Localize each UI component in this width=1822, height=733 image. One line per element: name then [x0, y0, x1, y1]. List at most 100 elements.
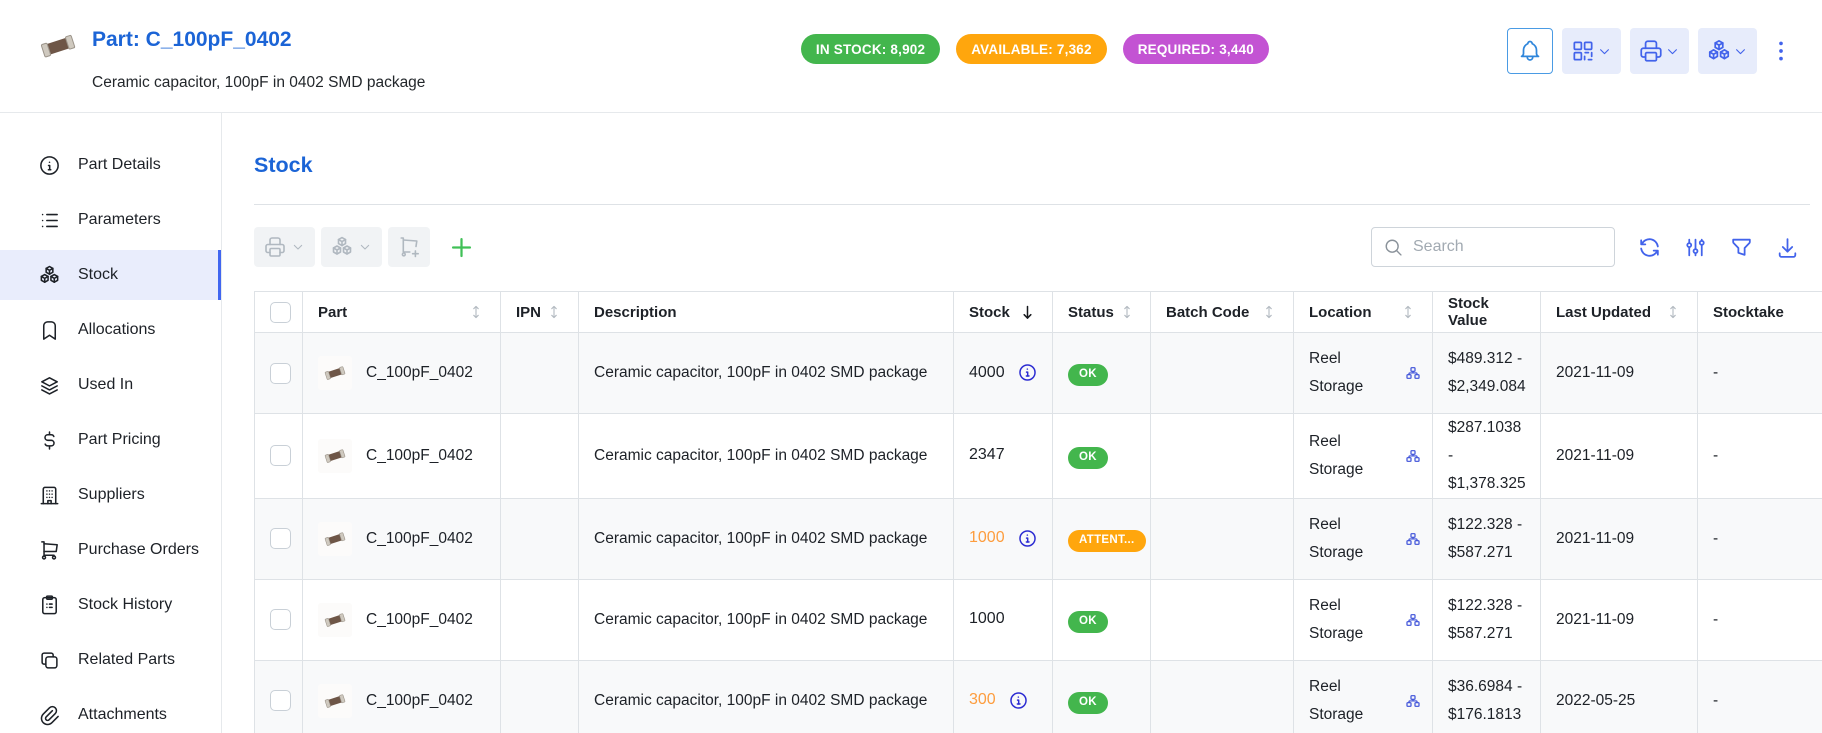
column-header-last-updated[interactable]: Last Updated [1541, 292, 1698, 333]
in-stock-badge: IN STOCK: 8,902 [801, 34, 940, 64]
column-header-part[interactable]: Part [303, 292, 501, 333]
cell-stock-value: $122.328 - $587.271 [1433, 498, 1541, 579]
column-label: IPN [516, 304, 541, 321]
location-name[interactable]: Reel Storage [1309, 428, 1375, 484]
cell-stock-value: $122.328 - $587.271 [1433, 579, 1541, 660]
column-header-ipn[interactable]: IPN [501, 292, 579, 333]
sitemap-icon [1405, 612, 1421, 628]
select-all-cell [255, 292, 303, 333]
row-select-cell [255, 660, 303, 733]
part-thumbnail[interactable] [36, 26, 80, 66]
cell-location: Reel Storage [1294, 333, 1433, 414]
info-badge-icon[interactable] [1008, 690, 1029, 711]
table-toolbar-right [1637, 235, 1810, 260]
location-name[interactable]: Reel Storage [1309, 673, 1375, 729]
sidebar-item-label: Suppliers [78, 486, 145, 504]
add-stock-button[interactable] [448, 234, 475, 261]
column-header-location[interactable]: Location [1294, 292, 1433, 333]
sidebar-item-stock[interactable]: Stock [0, 250, 221, 300]
adjust-columns-button[interactable] [1683, 235, 1708, 260]
sidebar-item-allocations[interactable]: Allocations [0, 305, 221, 355]
print-actions-button[interactable] [1630, 28, 1689, 74]
cell-batch-code [1151, 579, 1294, 660]
sidebar-item-label: Part Details [78, 156, 161, 174]
stock-options-button[interactable] [321, 227, 382, 267]
cell-description: Ceramic capacitor, 100pF in 0402 SMD pac… [579, 498, 954, 579]
row-checkbox[interactable] [270, 609, 291, 630]
refresh-button[interactable] [1637, 235, 1662, 260]
column-header-batch-code[interactable]: Batch Code [1151, 292, 1294, 333]
table-header-row: PartIPNDescriptionStockStatusBatch CodeL… [255, 292, 1822, 333]
stock-actions-button[interactable] [1698, 28, 1757, 74]
sitemap-icon [1405, 531, 1421, 547]
cell-description: Ceramic capacitor, 100pF in 0402 SMD pac… [579, 414, 954, 499]
sort-icon [1399, 303, 1417, 321]
stock-row[interactable]: C_100pF_0402Ceramic capacitor, 100pF in … [255, 660, 1822, 733]
row-select-cell [255, 333, 303, 414]
filter-button[interactable] [1729, 235, 1754, 260]
chevron-down-icon [1596, 43, 1613, 60]
notifications-button[interactable] [1507, 28, 1553, 74]
info-badge-icon[interactable] [1017, 362, 1038, 383]
more-options-button[interactable] [1766, 28, 1796, 74]
stock-quantity: 2347 [969, 441, 1005, 470]
stock-row[interactable]: C_100pF_0402 Ceramic capacitor, 100pF in … [255, 579, 1822, 660]
stock-badges: IN STOCK: 8,902AVAILABLE: 7,362REQUIRED:… [801, 34, 1269, 64]
info-badge-icon[interactable] [1017, 528, 1038, 549]
cell-status: OK [1053, 333, 1151, 414]
part-thumbnail [318, 356, 352, 390]
location-name[interactable]: Reel Storage [1309, 511, 1375, 567]
search-input[interactable] [1413, 238, 1603, 256]
download-button[interactable] [1775, 235, 1800, 260]
cell-stocktake: - [1698, 660, 1822, 733]
dollar-icon [38, 429, 61, 452]
print-options-button[interactable] [254, 227, 315, 267]
location-name[interactable]: Reel Storage [1309, 345, 1375, 401]
cell-batch-code [1151, 660, 1294, 733]
table-toolbar [254, 227, 1810, 267]
cell-stock-value: $287.1038 - $1,378.325 [1433, 414, 1541, 499]
sidebar-item-parameters[interactable]: Parameters [0, 195, 221, 245]
sidebar-item-purchase-orders[interactable]: Purchase Orders [0, 525, 221, 575]
sidebar-item-related-parts[interactable]: Related Parts [0, 635, 221, 685]
sidebar-item-attachments[interactable]: Attachments [0, 690, 221, 733]
cell-part: C_100pF_0402 [303, 579, 501, 660]
main-panel: Stock PartIPNDescriptionStockStatusBatch… [222, 113, 1822, 733]
cell-stock: 300 [954, 660, 1053, 733]
part-name: C_100pF_0402 [366, 606, 473, 634]
panel-heading: Stock [254, 153, 1822, 178]
select-all-checkbox[interactable] [270, 302, 291, 323]
location-name[interactable]: Reel Storage [1309, 592, 1375, 648]
sidebar-item-part-details[interactable]: Part Details [0, 140, 221, 190]
stock-row[interactable]: C_100pF_0402Ceramic capacitor, 100pF in … [255, 498, 1822, 579]
cell-part: C_100pF_0402 [303, 333, 501, 414]
sidebar-item-stock-history[interactable]: Stock History [0, 580, 221, 630]
sidebar-item-part-pricing[interactable]: Part Pricing [0, 415, 221, 465]
sort-icon [1664, 303, 1682, 321]
part-title-block: Part: C_100pF_0402 Ceramic capacitor, 10… [92, 16, 425, 92]
row-checkbox[interactable] [270, 363, 291, 384]
order-stock-button[interactable] [388, 227, 430, 267]
part-thumbnail [318, 439, 352, 473]
row-checkbox[interactable] [270, 445, 291, 466]
stock-quantity: 300 [969, 686, 996, 715]
column-header-status[interactable]: Status [1053, 292, 1151, 333]
cell-batch-code [1151, 333, 1294, 414]
header-actions [1507, 28, 1796, 74]
cell-status: ATTENT... [1053, 498, 1151, 579]
stock-row[interactable]: C_100pF_0402Ceramic capacitor, 100pF in … [255, 414, 1822, 499]
cubes-icon [38, 264, 61, 287]
cell-description: Ceramic capacitor, 100pF in 0402 SMD pac… [579, 333, 954, 414]
barcode-actions-button[interactable] [1562, 28, 1621, 74]
cell-description: Ceramic capacitor, 100pF in 0402 SMD pac… [579, 579, 954, 660]
sidebar-item-suppliers[interactable]: Suppliers [0, 470, 221, 520]
row-select-cell [255, 414, 303, 499]
stock-row[interactable]: C_100pF_0402 Ceramic capacitor, 100pF in … [255, 333, 1822, 414]
sidebar-item-used-in[interactable]: Used In [0, 360, 221, 410]
cell-location: Reel Storage [1294, 498, 1433, 579]
cell-ipn [501, 498, 579, 579]
row-checkbox[interactable] [270, 690, 291, 711]
row-checkbox[interactable] [270, 528, 291, 549]
column-header-stock[interactable]: Stock [954, 292, 1053, 333]
cubes-icon [330, 235, 354, 259]
